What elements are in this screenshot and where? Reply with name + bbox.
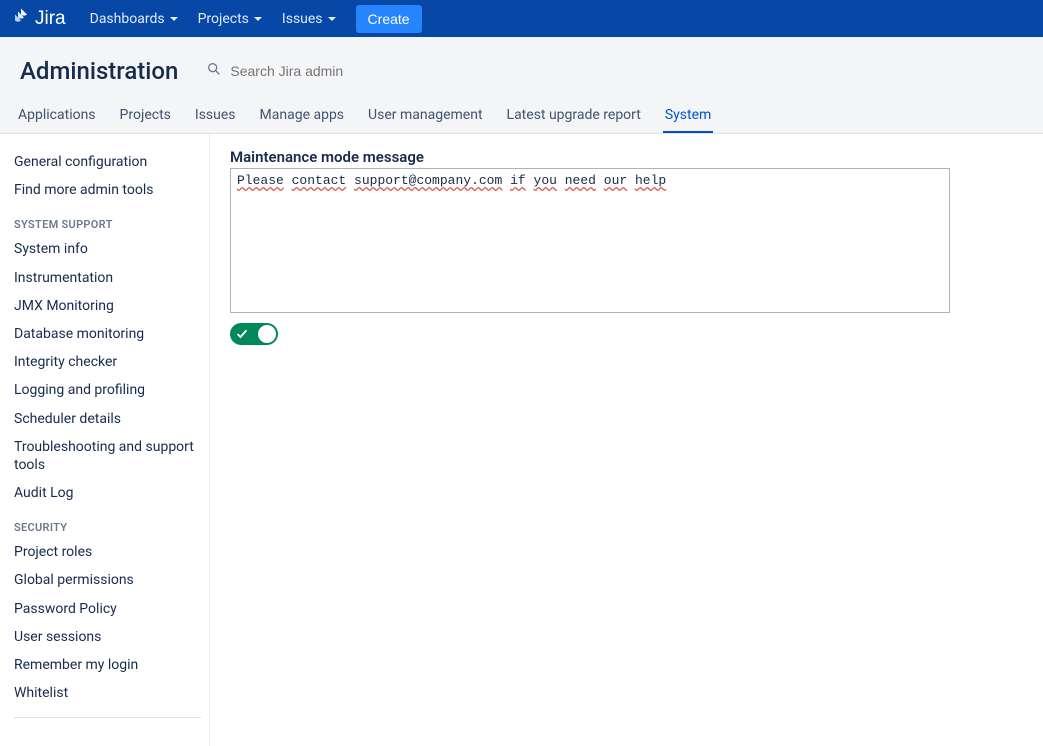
maintenance-message-textarea[interactable]: Please contact support@company.com if yo… <box>230 168 950 313</box>
check-icon <box>236 328 248 340</box>
sidebar-heading-system-support: SYSTEM SUPPORT <box>14 208 201 235</box>
sidebar-item-global-permissions[interactable]: Global permissions <box>14 566 201 594</box>
jira-logo[interactable]: Jira <box>12 7 66 31</box>
sidebar-item-audit-log[interactable]: Audit Log <box>14 479 201 507</box>
toggle-knob <box>258 325 276 343</box>
admin-search-input[interactable] <box>228 62 428 80</box>
create-button[interactable]: Create <box>356 5 422 33</box>
chevron-down-icon <box>328 17 336 21</box>
admin-sidebar: General configuration Find more admin to… <box>0 134 210 746</box>
page-title: Administration <box>20 57 178 85</box>
search-icon <box>206 61 222 81</box>
sidebar-heading-security: SECURITY <box>14 511 201 538</box>
nav-dashboards[interactable]: Dashboards <box>82 5 186 33</box>
tab-projects[interactable]: Projects <box>118 97 173 133</box>
sidebar-separator <box>14 717 201 718</box>
chevron-down-icon <box>170 17 178 21</box>
nav-projects[interactable]: Projects <box>190 5 270 33</box>
tab-user-management[interactable]: User management <box>366 97 484 133</box>
nav-issues-label: Issues <box>282 11 323 27</box>
nav-projects-label: Projects <box>198 11 249 27</box>
chevron-down-icon <box>254 17 262 21</box>
sidebar-item-instrumentation[interactable]: Instrumentation <box>14 264 201 292</box>
maintenance-mode-toggle[interactable] <box>230 323 278 345</box>
sidebar-item-find-more-admin-tools[interactable]: Find more admin tools <box>14 176 201 204</box>
main-content: Maintenance mode message Please contact … <box>210 134 1043 746</box>
tab-latest-upgrade-report[interactable]: Latest upgrade report <box>505 97 643 133</box>
tab-manage-apps[interactable]: Manage apps <box>258 97 347 133</box>
sidebar-item-integrity-checker[interactable]: Integrity checker <box>14 348 201 376</box>
sidebar-item-database-monitoring[interactable]: Database monitoring <box>14 320 201 348</box>
sidebar-item-scheduler-details[interactable]: Scheduler details <box>14 405 201 433</box>
nav-issues[interactable]: Issues <box>274 5 344 33</box>
nav-dashboards-label: Dashboards <box>90 11 165 27</box>
tab-system[interactable]: System <box>663 97 713 133</box>
sidebar-item-whitelist[interactable]: Whitelist <box>14 679 201 707</box>
sidebar-item-jmx-monitoring[interactable]: JMX Monitoring <box>14 292 201 320</box>
sidebar-item-logging-profiling[interactable]: Logging and profiling <box>14 376 201 404</box>
sidebar-item-user-sessions[interactable]: User sessions <box>14 623 201 651</box>
jira-logo-text: Jira <box>35 8 66 30</box>
sidebar-item-system-info[interactable]: System info <box>14 235 201 263</box>
tab-issues[interactable]: Issues <box>193 97 238 133</box>
admin-tabs: Applications Projects Issues Manage apps… <box>0 97 1043 133</box>
tab-applications[interactable]: Applications <box>16 97 98 133</box>
jira-logo-icon <box>12 7 30 31</box>
sidebar-item-remember-my-login[interactable]: Remember my login <box>14 651 201 679</box>
sidebar-item-password-policy[interactable]: Password Policy <box>14 595 201 623</box>
admin-search[interactable] <box>206 61 428 81</box>
sidebar-item-project-roles[interactable]: Project roles <box>14 538 201 566</box>
sidebar-item-general-configuration[interactable]: General configuration <box>14 148 201 176</box>
top-navigation: Jira Dashboards Projects Issues Create <box>0 0 1043 37</box>
sidebar-item-troubleshooting-support[interactable]: Troubleshooting and support tools <box>14 433 201 479</box>
maintenance-message-label: Maintenance mode message <box>230 148 1017 166</box>
admin-header: Administration Applications Projects Iss… <box>0 37 1043 134</box>
